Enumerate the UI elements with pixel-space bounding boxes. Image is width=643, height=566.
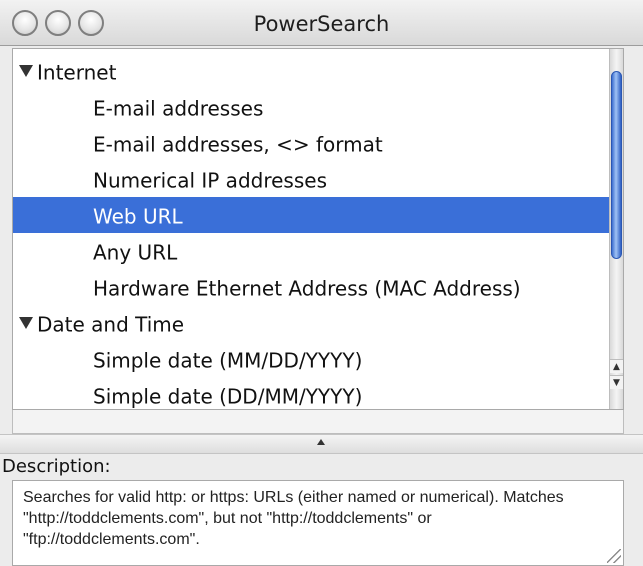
list-row-label: Simple date (MM/DD/YYYY) — [93, 348, 363, 373]
powersearch-window: PowerSearch Internet E-mail addresses E-ma… — [0, 0, 643, 566]
pane-splitter[interactable] — [0, 434, 643, 454]
list-vertical-scrollbar[interactable]: ▲ ▼ — [609, 49, 623, 409]
list-row-label: E-mail addresses — [93, 96, 264, 121]
list-row-label: Web URL — [93, 204, 183, 229]
list-item-row[interactable]: Simple date (DD/MM/YYYY) — [13, 377, 611, 409]
list-item-row[interactable]: Numerical IP addresses — [13, 161, 611, 197]
pattern-outline-list[interactable]: Internet E-mail addresses E-mail addresses… — [12, 48, 624, 410]
window-title: PowerSearch — [253, 12, 390, 36]
resize-grip-icon[interactable] — [607, 549, 621, 563]
list-item-row[interactable]: Hardware Ethernet Address (MAC Address) — [13, 269, 611, 305]
list-item-row[interactable]: E-mail addresses — [13, 89, 611, 125]
scroll-down-arrow-icon[interactable]: ▼ — [610, 375, 623, 389]
list-horizontal-scroll-track[interactable] — [12, 410, 624, 434]
list-item-row[interactable]: Simple date (MM/DD/YYYY) — [13, 341, 611, 377]
description-label: Description: — [2, 456, 111, 477]
list-scroll-thumb[interactable] — [611, 71, 622, 259]
description-box: Searches for valid http: or https: URLs … — [12, 480, 624, 566]
splitter-grip-icon[interactable] — [317, 439, 325, 445]
list-row-label: Numerical IP addresses — [93, 168, 327, 193]
list-item-row[interactable]: Web URL — [13, 197, 611, 233]
list-row-label: Date and Time — [37, 312, 185, 337]
list-row-label: E-mail addresses, <> format — [93, 132, 383, 157]
scroll-up-arrow-icon[interactable]: ▲ — [610, 359, 623, 373]
list-row-label: Simple date (DD/MM/YYYY) — [93, 384, 363, 409]
list-row-label: Hardware Ethernet Address (MAC Address) — [93, 276, 521, 301]
list-item-row[interactable]: E-mail addresses, <> format — [13, 125, 611, 161]
description-text: Searches for valid http: or https: URLs … — [23, 489, 564, 548]
disclosure-triangle-down-icon[interactable] — [19, 316, 33, 329]
list-item-row[interactable]: Any URL — [13, 233, 611, 269]
list-group-row[interactable]: Date and Time — [13, 305, 611, 341]
list-group-row[interactable]: Internet — [13, 53, 611, 89]
disclosure-triangle-down-icon[interactable] — [19, 64, 33, 77]
title-bar[interactable]: PowerSearch — [0, 0, 643, 46]
list-row-label: Internet — [37, 60, 117, 85]
list-row-label: Any URL — [93, 240, 178, 265]
